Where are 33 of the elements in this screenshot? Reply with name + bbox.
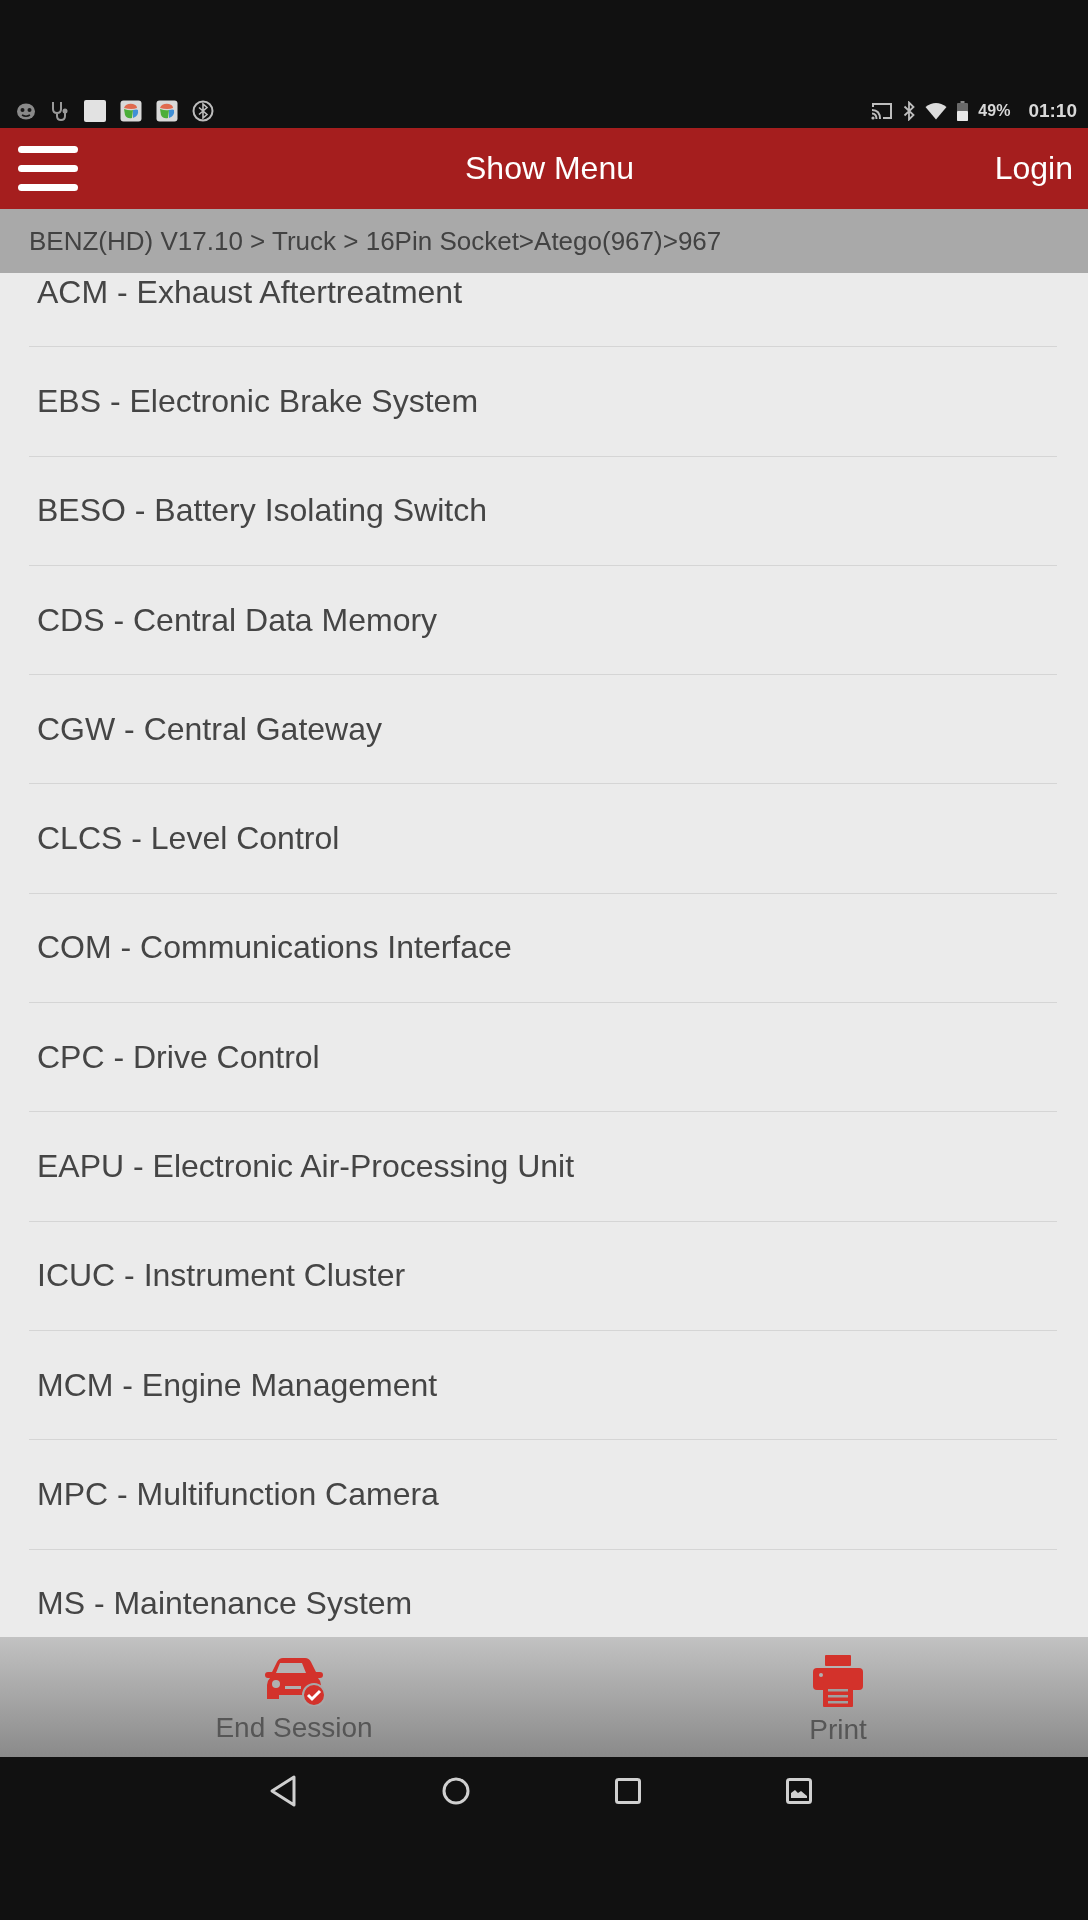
menu-item[interactable]: ACM - Exhaust Aftertreatment (29, 273, 1057, 348)
menu-item[interactable]: CLCS - Level Control (29, 784, 1057, 894)
stethoscope-icon (50, 100, 70, 121)
menu-item[interactable]: CDS - Central Data Memory (29, 565, 1057, 676)
menu-item[interactable]: MPC - Multifunction Camera (29, 1440, 1057, 1550)
menu-item[interactable]: CGW - Central Gateway (29, 675, 1057, 785)
clock-time: 01:10 (1028, 101, 1077, 120)
home-icon[interactable] (442, 1777, 470, 1805)
header-title: Show Menu (464, 149, 634, 188)
breadcrumb-path: BENZ(HD) V17.10 > Truck > 16Pin Socket>Atego(967)>967 (29, 225, 722, 257)
back-icon[interactable] (269, 1775, 297, 1807)
blank-tile-icon (84, 99, 106, 122)
smiley-icon (16, 101, 36, 120)
menu-item[interactable]: CPC - Drive Control (29, 1003, 1057, 1113)
printer-icon (812, 1654, 864, 1708)
menu-item[interactable]: ICUC - Instrument Cluster (29, 1221, 1057, 1331)
recents-icon[interactable] (615, 1778, 641, 1804)
menu-item[interactable]: COM - Communications Interface (29, 893, 1057, 1004)
cast-icon (871, 101, 894, 120)
map-app-icon (120, 99, 142, 122)
menu-item[interactable]: EBS - Electronic Brake System (29, 347, 1057, 457)
menu-item[interactable]: BESO - Battery Isolating Switch (29, 456, 1057, 566)
map-app-icon (156, 99, 178, 122)
bluetooth-icon (903, 100, 916, 121)
menu-item[interactable]: MCM - Engine Management (29, 1330, 1057, 1441)
menu-icon[interactable] (18, 146, 78, 191)
screenshot-icon[interactable] (786, 1778, 812, 1804)
login-button[interactable]: Login (994, 149, 1073, 188)
bluetooth-icon (192, 99, 214, 122)
wifi-icon (925, 101, 948, 120)
battery-percent: 49% (978, 102, 1011, 119)
battery-icon (957, 100, 969, 121)
menu-item[interactable]: EAPU - Electronic Air-Processing Unit (29, 1112, 1057, 1222)
